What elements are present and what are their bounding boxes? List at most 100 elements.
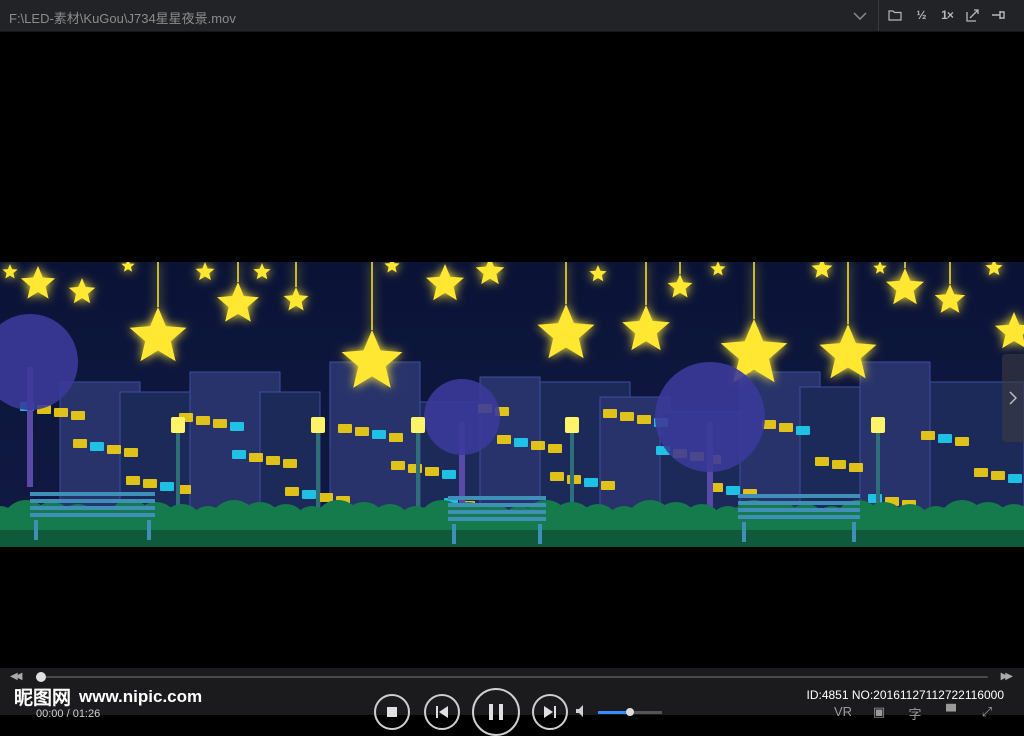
bench-leg — [147, 520, 151, 540]
window-light — [601, 481, 615, 490]
window-light — [1008, 474, 1022, 483]
window-light — [126, 476, 140, 485]
window-light — [213, 419, 227, 428]
window-light — [73, 439, 87, 448]
window-light — [124, 448, 138, 457]
window-light — [548, 444, 562, 453]
lamp-light — [871, 417, 885, 433]
window-light — [372, 430, 386, 439]
volume-slider[interactable] — [598, 708, 662, 716]
window-light — [955, 437, 969, 446]
window-light — [620, 412, 634, 421]
bench-leg — [538, 524, 542, 544]
window-light — [514, 438, 528, 447]
bench-leg — [34, 520, 38, 540]
window-light — [550, 472, 564, 481]
bench-slat — [738, 508, 860, 512]
one-times-icon[interactable]: 1× — [936, 4, 958, 26]
tree-canopy — [424, 379, 500, 455]
window-light — [391, 461, 405, 470]
window-light — [425, 467, 439, 476]
window-light — [319, 493, 333, 502]
bench-leg — [852, 522, 856, 542]
file-path-title: F:\LED-素材\KuGou\J734星星夜景.mov — [9, 11, 236, 26]
folder-icon[interactable] — [884, 4, 906, 26]
previous-button[interactable] — [424, 694, 460, 730]
window-light — [815, 457, 829, 466]
mini-mode-button[interactable]: ▣ — [866, 704, 892, 723]
bench-slat — [30, 513, 155, 517]
rewind-icon[interactable]: ◀◀ — [10, 671, 23, 682]
window-light — [442, 470, 456, 479]
window-light — [974, 468, 988, 477]
bench-slat — [30, 506, 155, 510]
lamp-light — [411, 417, 425, 433]
layout-button[interactable]: ▝▘ — [938, 704, 964, 723]
window-light — [232, 450, 246, 459]
bench-slat — [448, 517, 546, 521]
next-button[interactable] — [532, 694, 568, 730]
watermark-url: www.nipic.com — [79, 686, 203, 706]
watermark-logo-text: 昵图网 — [14, 688, 72, 709]
fullscreen-button[interactable]: ⤢ — [974, 704, 1000, 723]
title-toolbar: ½ 1× — [884, 4, 1010, 26]
window-light — [71, 411, 85, 420]
window-light — [143, 479, 157, 488]
chevron-right-icon[interactable] — [1002, 354, 1024, 442]
bench-slat — [448, 503, 546, 507]
window-light — [355, 427, 369, 436]
window-light — [832, 460, 846, 469]
window-light — [54, 408, 68, 417]
fast-forward-icon[interactable]: ▶▶ — [1001, 671, 1014, 682]
window-light — [497, 435, 511, 444]
window-light — [584, 478, 598, 487]
starry-night-scene — [0, 262, 1024, 547]
window-light — [779, 423, 793, 432]
window-light — [921, 431, 935, 440]
skip-previous-icon — [436, 706, 448, 718]
pause-icon — [489, 704, 503, 720]
lamp-light — [565, 417, 579, 433]
progress-handle[interactable] — [35, 672, 46, 682]
window-light — [531, 441, 545, 450]
window-light — [107, 445, 121, 454]
window-light — [196, 416, 210, 425]
screenshot-icon[interactable] — [962, 4, 984, 26]
toolbar-divider — [878, 0, 879, 31]
progress-bar[interactable] — [35, 672, 988, 682]
vr-button[interactable]: VR — [830, 704, 856, 723]
bench-slat — [738, 501, 860, 505]
lamp-light — [171, 417, 185, 433]
window-light — [637, 415, 651, 424]
volume-icon[interactable] — [575, 704, 589, 723]
window-light — [849, 463, 863, 472]
subtitle-button[interactable]: 字 — [902, 704, 928, 723]
skip-next-icon — [544, 706, 556, 718]
window-light — [389, 433, 403, 442]
watermark-id: ID:4851 NO:20161127112722116000 — [806, 688, 1004, 702]
window-light — [338, 424, 352, 433]
pin-icon[interactable] — [988, 4, 1010, 26]
window-light — [249, 453, 263, 462]
bench-slat — [30, 499, 155, 503]
window-light — [726, 486, 740, 495]
watermark-logo: 昵图网 www.nipic.com — [14, 683, 202, 710]
bench-slat — [738, 515, 860, 519]
lamp-light — [311, 417, 325, 433]
bench-slat — [30, 492, 155, 496]
window-light — [266, 456, 280, 465]
half-speed-icon[interactable]: ½ — [910, 4, 932, 26]
video-frame[interactable] — [0, 262, 1024, 547]
stop-button[interactable] — [374, 694, 410, 730]
window-light — [938, 434, 952, 443]
bench-leg — [742, 522, 746, 542]
pause-button[interactable] — [472, 688, 520, 736]
window-light — [230, 422, 244, 431]
video-area[interactable] — [0, 32, 1024, 668]
bench-slat — [448, 496, 546, 500]
title-bar: F:\LED-素材\KuGou\J734星星夜景.mov ½ 1× — [0, 0, 1024, 32]
window-light — [796, 426, 810, 435]
window-light — [603, 409, 617, 418]
window-light — [285, 487, 299, 496]
chevron-down-icon[interactable] — [848, 8, 872, 24]
